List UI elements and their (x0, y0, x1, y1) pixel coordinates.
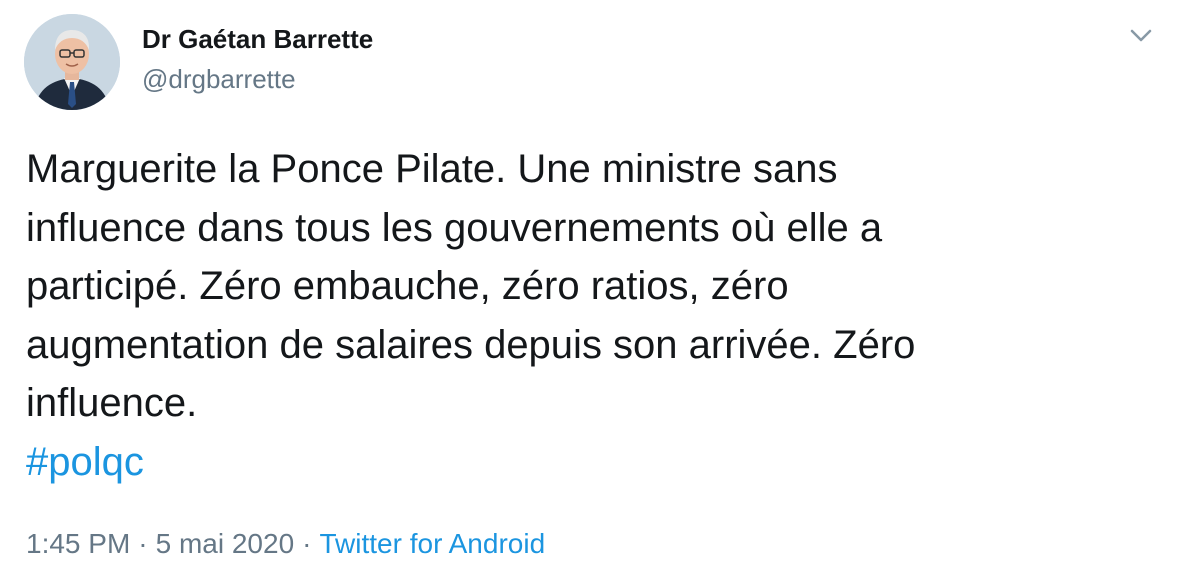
meta-separator: · (138, 528, 148, 559)
user-handle[interactable]: @drgbarrette (142, 64, 296, 95)
tweet-text-line: Marguerite la Ponce Pilate. Une ministre… (26, 147, 838, 191)
meta-separator: · (302, 528, 312, 559)
tweet-date[interactable]: 5 mai 2020 (156, 528, 295, 559)
tweet-text-line: participé. Zéro embauche, zéro ratios, z… (26, 264, 789, 308)
source-link[interactable]: Twitter for Android (319, 528, 545, 559)
tweet-text-line: augmentation de salaires depuis son arri… (26, 322, 916, 367)
tweet-time[interactable]: 1:45 PM (26, 528, 130, 559)
tweet-text-line: influence. (26, 381, 198, 425)
display-name[interactable]: Dr Gaétan Barrette (142, 24, 373, 55)
tweet-text-line: influence dans tous les gouvernements où… (26, 205, 883, 250)
tweet-text: Marguerite la Ponce Pilate. Une ministre… (26, 140, 1146, 491)
tweet-card: Dr Gaétan Barrette @drgbarrette Margueri… (0, 0, 1186, 574)
avatar-image (24, 14, 120, 110)
avatar[interactable] (24, 14, 120, 110)
hashtag-link[interactable]: #polqc (26, 440, 144, 484)
tweet-meta: 1:45 PM · 5 mai 2020 · Twitter for Android (26, 528, 545, 560)
chevron-down-icon[interactable] (1124, 22, 1158, 50)
